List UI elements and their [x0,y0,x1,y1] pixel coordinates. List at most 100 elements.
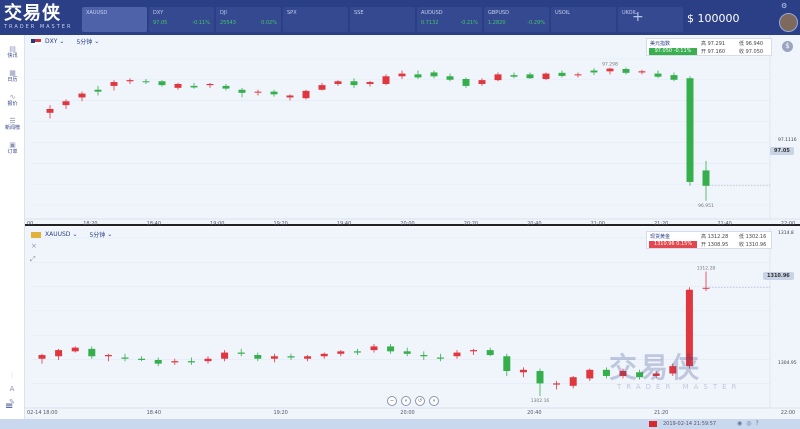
candle-body [320,353,328,357]
watermark-logo: 交易侠 [609,351,703,384]
zoom-out-icon[interactable]: − [387,396,397,406]
candle-body [430,72,438,77]
menu-icon[interactable]: ≡ [5,401,13,412]
chart-panel-dxy[interactable]: 00 18:20 18:40 19:00 19:20 19:40 20:00 20:20 20:… [25,35,800,226]
candle-body [270,91,278,95]
candle-body [238,89,246,93]
sidebar-item-order[interactable]: ▣ 订单 [0,141,25,156]
candle-body [462,78,470,86]
dxy-chart[interactable]: 00 18:20 18:40 19:00 19:20 19:40 20:00 20:20 20:… [25,35,800,226]
quote-name: 美元指数 [650,41,671,47]
x-tick-label: 21:20 [654,221,668,226]
y-level-label: 97.1116 [778,137,797,143]
x-tick-label: 22:00 [781,221,795,226]
ticker-change: -0.11% [192,20,210,26]
ticker-values: 97.05 -0.11% [153,19,210,27]
ticker-symbol: USOIL [555,10,571,16]
ticker-symbol: DXY [153,10,164,16]
ticker-tab-sse[interactable]: SSE [350,7,415,32]
candle-body [46,108,54,113]
candle-body [204,358,212,362]
ticker-tab-dxy[interactable]: DXY 97.05 -0.11% [149,7,214,32]
ticker-tab-spx[interactable]: SPX [283,7,348,32]
x-tick-label: 21:40 [717,221,731,226]
candle-body [55,350,63,357]
interval-select[interactable]: 5分钟 [76,37,92,46]
candle-body [686,78,694,182]
x-tick-label: 19:20 [273,221,287,226]
sidebar-item-ranking[interactable]: ☰ 新闻榜 [0,117,25,132]
candle-body [78,93,86,98]
candle-body [302,90,310,99]
sidebar-item-quote[interactable]: ∿ 报价 [0,93,25,108]
candle-body [382,76,390,84]
scroll-right-icon[interactable]: » [429,396,439,406]
ticker-symbol: GBPUSD [488,10,510,16]
ticker-symbol: UKOIL [622,10,637,16]
ticker-symbol: AUDUSD [421,10,443,16]
ticker-tab-xauusd[interactable]: XAUUSD [82,7,147,32]
x-tick-label: 18:20 [83,221,97,226]
low-price-label: 96.951 [698,203,714,209]
reset-view-icon[interactable]: ↺ [415,396,425,406]
ticker-tab-usoil[interactable]: USOIL [551,7,616,32]
interval-select[interactable]: 5分钟 [89,230,105,239]
candle-body [403,351,411,354]
candle-body [558,72,566,76]
quote-low: 低 96.940 [739,41,764,47]
candle-body [654,73,662,77]
chevron-down-icon[interactable]: ⌄ [72,231,77,238]
quote-close: 收 97.050 [739,49,764,55]
gear-icon[interactable]: ⚙ [781,2,787,10]
candle-body [606,68,614,72]
candle-body [622,68,630,73]
ticker-change: -0.21% [460,20,478,26]
dollar-icon[interactable]: $ [782,41,793,52]
symbol-label[interactable]: XAUUSD [45,231,70,238]
candle-body [121,357,129,359]
avatar[interactable] [779,13,798,32]
ticker-symbol: SSE [354,10,364,16]
ticker-tab-ukoil[interactable]: UKOIL [618,7,683,32]
candle-body [334,81,342,84]
cn-flag-icon [649,421,657,427]
us-flag-icon [31,38,41,45]
ticker-tab-dji[interactable]: DJI 25543 0.02% [216,7,281,32]
expand-icon[interactable]: ⤢ [30,255,36,264]
chart-panel-xauusd[interactable]: 02-14 18:00 18:40 19:20 20:00 20:40 21:20 22:0… [25,228,800,419]
chevron-down-icon[interactable]: ⌄ [59,38,64,45]
help-icon[interactable]: ? [756,420,763,427]
text-tool-icon[interactable]: A [4,383,20,396]
candle-body [446,76,454,80]
quote-low: 低 1302.16 [739,234,767,240]
add-tab-icon[interactable]: + [632,10,644,24]
sidebar-item-news[interactable]: ▤ 快讯 [0,45,25,60]
camera-icon[interactable]: ◉ [737,420,746,427]
sidebar-item-calendar[interactable]: ▦ 日历 [0,69,25,84]
sidebar-item-label: 日历 [7,77,18,83]
scroll-left-icon[interactable]: « [401,396,411,406]
x-tick-label: 22:00 [781,410,795,416]
close-icon[interactable]: × [31,242,37,250]
x-tick-label: 19:00 [210,221,224,226]
indicator-tool-icon[interactable]: ⫶ [4,370,20,383]
ticker-change: 0.02% [261,20,277,26]
ticker-tab-gbpusd[interactable]: GBPUSD 1.2820 -0.29% [484,7,549,32]
candle-body [670,75,678,80]
candle-body [526,74,534,79]
news-icon: ▤ [9,45,16,53]
chevron-down-icon[interactable]: ⌄ [94,38,99,45]
x-tick-label: 18:40 [147,410,161,416]
ticker-symbol: SPX [287,10,297,16]
symbol-label[interactable]: DXY [45,38,57,45]
notification-icon[interactable]: ◎ [746,420,755,427]
ticker-symbol: DJI [220,10,227,16]
x-tick-label: 19:20 [273,410,287,416]
candle-body [569,377,577,386]
watermark: 交易侠 TRADER MASTER [609,351,741,392]
ticker-tab-audusd[interactable]: AUDUSD 0.7132 -0.21% [417,7,482,32]
candle-body [370,346,378,351]
sidebar-item-label: 快讯 [7,53,18,59]
top-header: 交易侠 TRADER MASTER XAUUSD DXY 97.05 -0.11% DJ… [0,0,800,35]
chevron-down-icon[interactable]: ⌄ [107,231,112,238]
